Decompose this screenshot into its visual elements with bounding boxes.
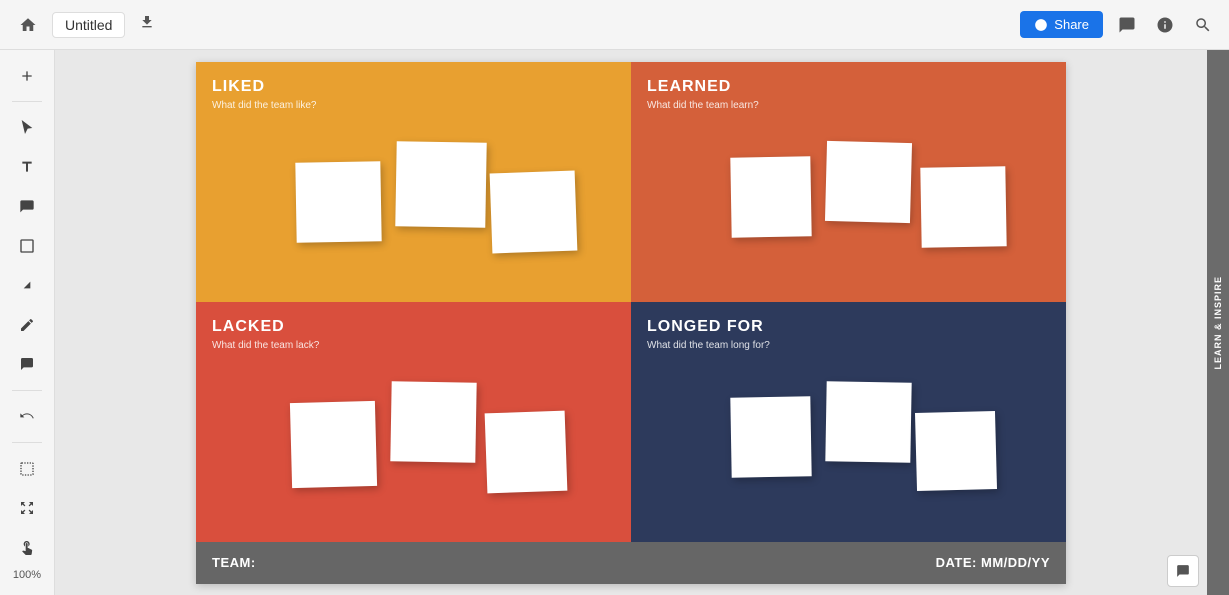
board: LIKED What did the team like? LEARNED Wh… (196, 62, 1066, 584)
topbar-right: Share (1020, 11, 1217, 39)
share-label: Share (1054, 17, 1089, 32)
chat-icon[interactable] (1113, 11, 1141, 39)
sticky-note[interactable] (730, 156, 811, 237)
longed-stickies (631, 362, 1066, 522)
search-icon[interactable] (1189, 11, 1217, 39)
sticky-note[interactable] (920, 166, 1006, 247)
sticky-tool-button[interactable] (9, 189, 45, 224)
frame-button[interactable] (9, 451, 45, 486)
add-tool-button[interactable] (9, 58, 45, 93)
sticky-note[interactable] (390, 381, 476, 462)
text-tool-button[interactable] (9, 150, 45, 185)
date-label: DATE: MM/DD/YY (936, 555, 1050, 570)
lacked-title: LACKED (212, 318, 615, 336)
sticky-note[interactable] (485, 410, 568, 493)
toolbar-separator-2 (12, 390, 42, 391)
expand-button[interactable] (9, 490, 45, 525)
liked-title: LIKED (212, 78, 615, 96)
topbar-left: Untitled (12, 9, 161, 41)
info-icon[interactable] (1151, 11, 1179, 39)
toolbar-separator-3 (12, 442, 42, 443)
pen-tool-button[interactable] (9, 307, 45, 342)
liked-subtitle: What did the team like? (212, 100, 615, 111)
team-label: TEAM: (212, 555, 256, 570)
sticky-note[interactable] (825, 140, 912, 222)
toolbar-separator-1 (12, 101, 42, 102)
quadrant-liked[interactable]: LIKED What did the team like? (196, 62, 631, 302)
sticky-note[interactable] (290, 400, 377, 487)
sticky-note[interactable] (825, 381, 911, 462)
sticky-note[interactable] (395, 141, 486, 228)
sticky-note[interactable] (730, 396, 811, 477)
comment-tool-button[interactable] (9, 346, 45, 381)
canvas-area[interactable]: LIKED What did the team like? LEARNED Wh… (55, 50, 1207, 595)
liked-stickies (196, 122, 631, 282)
shape-tool-button[interactable] (9, 228, 45, 263)
topbar: Untitled Share (0, 0, 1229, 50)
upload-button[interactable] (133, 10, 161, 39)
arrow-tool-button[interactable] (9, 268, 45, 303)
undo-button[interactable] (9, 399, 45, 434)
right-panel-label: LEARN & INSPIRE (1213, 276, 1223, 370)
left-toolbar: 100% (0, 50, 55, 595)
lacked-stickies (196, 362, 631, 522)
sticky-note[interactable] (490, 170, 578, 253)
select-tool-button[interactable] (9, 110, 45, 145)
lacked-subtitle: What did the team lack? (212, 340, 615, 351)
learned-title: LEARNED (647, 78, 1050, 96)
longed-title: LONGED FOR (647, 318, 1050, 336)
document-title[interactable]: Untitled (52, 12, 125, 38)
quadrant-lacked[interactable]: LACKED What did the team lack? (196, 302, 631, 542)
comment-button[interactable] (1167, 555, 1199, 587)
quadrant-learned[interactable]: LEARNED What did the team learn? (631, 62, 1066, 302)
learned-subtitle: What did the team learn? (647, 100, 1050, 111)
board-footer: TEAM: DATE: MM/DD/YY (196, 542, 1066, 584)
sticky-note[interactable] (295, 161, 381, 242)
quadrant-longed[interactable]: LONGED FOR What did the team long for? (631, 302, 1066, 542)
zoom-level: 100% (13, 569, 41, 587)
learned-stickies (631, 122, 1066, 282)
hand-tool-button[interactable] (9, 530, 45, 565)
bottom-comment-area (1167, 555, 1199, 587)
longed-subtitle: What did the team long for? (647, 340, 1050, 351)
main-area: 100% LIKED What did the team like? (0, 50, 1229, 595)
right-panel[interactable]: LEARN & INSPIRE (1207, 50, 1229, 595)
sticky-note[interactable] (915, 410, 997, 490)
share-button[interactable]: Share (1020, 11, 1103, 38)
home-button[interactable] (12, 9, 44, 41)
board-grid: LIKED What did the team like? LEARNED Wh… (196, 62, 1066, 542)
